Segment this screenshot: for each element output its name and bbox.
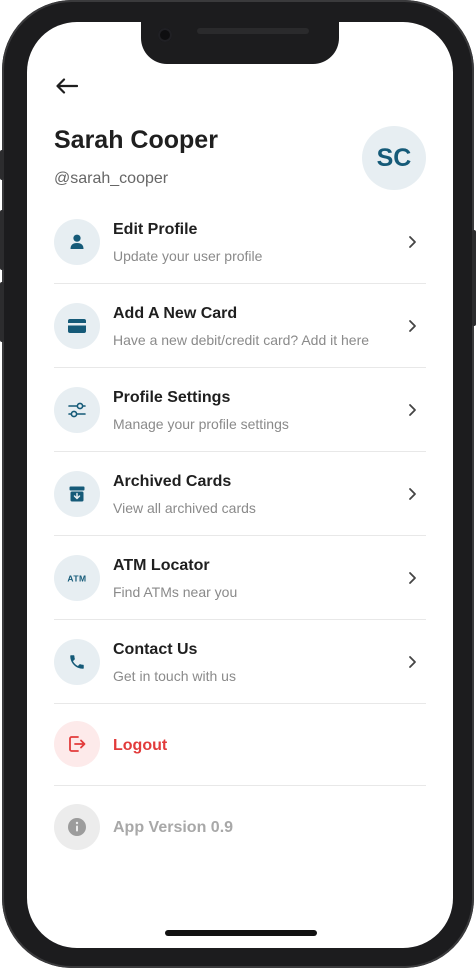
menu-item-title: Archived Cards — [113, 473, 232, 490]
home-indicator[interactable] — [165, 930, 317, 936]
menu-item-subtitle: View all archived cards — [113, 500, 256, 516]
back-button[interactable] — [53, 74, 81, 98]
menu-item-atm-locator[interactable]: ATM ATM Locator Find ATMs near you — [54, 536, 426, 620]
menu-item-subtitle: Find ATMs near you — [113, 584, 238, 600]
profile-menu: Edit Profile Update your user profile Ad… — [54, 200, 426, 870]
phone-screen: Sarah Cooper @sarah_cooper SC Edit Profi… — [27, 22, 453, 948]
person-icon — [70, 234, 84, 249]
menu-item-subtitle: Update your user profile — [113, 248, 263, 264]
camera — [158, 28, 172, 42]
menu-item-title: Contact Us — [113, 641, 198, 658]
menu-item-subtitle: Get in touch with us — [113, 668, 236, 684]
logout-label: Logout — [113, 737, 168, 754]
chevron-right-icon — [409, 236, 416, 248]
menu-item-title: Profile Settings — [113, 389, 231, 406]
menu-item-edit-profile[interactable]: Edit Profile Update your user profile — [54, 200, 426, 284]
menu-item-title: ATM Locator — [113, 557, 210, 574]
side-button — [0, 282, 4, 342]
chevron-right-icon — [409, 320, 416, 332]
menu-item-title: Add A New Card — [113, 305, 238, 322]
chevron-right-icon — [409, 488, 416, 500]
archive-icon — [69, 486, 85, 502]
chevron-right-icon — [409, 404, 416, 416]
info-icon — [68, 818, 86, 836]
side-button — [0, 150, 4, 180]
speaker — [197, 28, 309, 34]
chevron-right-icon — [409, 572, 416, 584]
card-icon — [68, 319, 86, 333]
side-button — [0, 210, 4, 270]
atm-icon-text: ATM — [67, 574, 86, 584]
back-arrow-icon — [56, 78, 78, 94]
logout-button[interactable]: Logout — [54, 704, 426, 786]
avatar[interactable]: SC — [362, 126, 426, 190]
logout-icon — [69, 736, 86, 752]
menu-item-archived-cards[interactable]: Archived Cards View all archived cards — [54, 452, 426, 536]
chevron-right-icon — [409, 656, 416, 668]
user-name: Sarah Cooper — [54, 126, 218, 154]
menu-item-add-card[interactable]: Add A New Card Have a new debit/credit c… — [54, 284, 426, 368]
side-button — [472, 230, 476, 326]
sliders-icon — [68, 402, 86, 418]
menu-item-subtitle: Manage your profile settings — [113, 416, 289, 432]
app-version-label: App Version 0.9 — [113, 819, 234, 836]
app-version: App Version 0.9 — [54, 786, 426, 870]
user-handle: @sarah_cooper — [54, 170, 169, 187]
menu-item-title: Edit Profile — [113, 221, 198, 238]
atm-icon: ATM — [67, 574, 86, 584]
menu-item-profile-settings[interactable]: Profile Settings Manage your profile set… — [54, 368, 426, 452]
phone-icon — [70, 655, 84, 669]
menu-item-subtitle: Have a new debit/credit card? Add it her… — [113, 332, 370, 348]
menu-item-contact-us[interactable]: Contact Us Get in touch with us — [54, 620, 426, 704]
